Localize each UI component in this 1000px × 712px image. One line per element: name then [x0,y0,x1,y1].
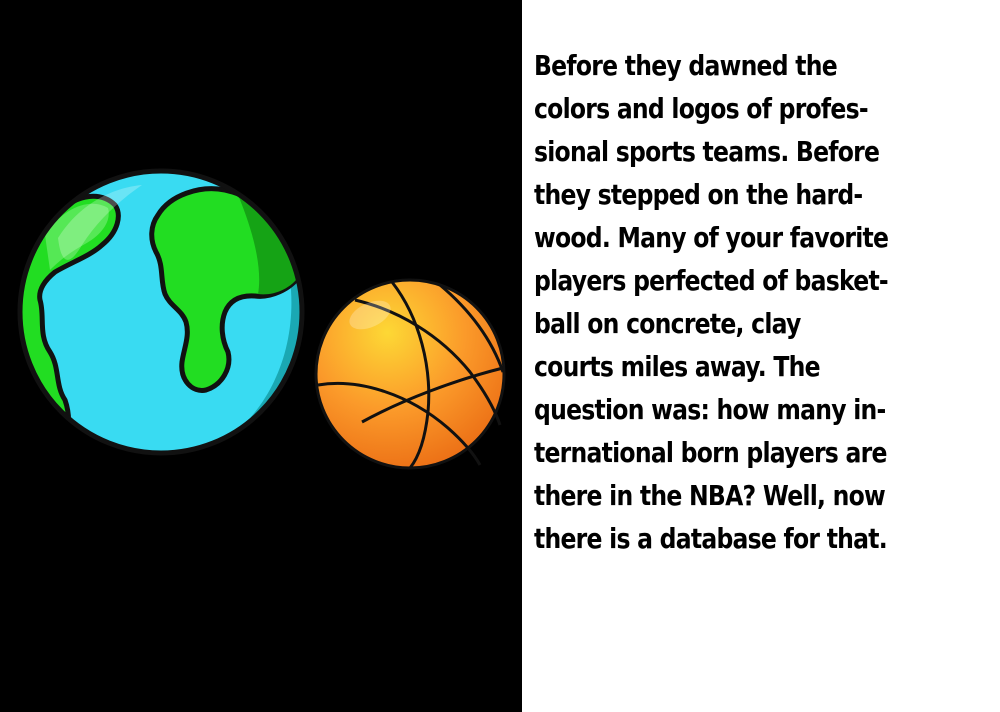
illustration-art [17,168,506,470]
story-text: Before they dawned the colors and logos … [534,44,996,560]
story-line: courts miles away. The [534,350,821,383]
story-line: players perfected of basket- [534,264,889,297]
story-line: wood. Many of your favorite [534,221,889,254]
story-line: Before they dawned the [534,49,838,82]
story-line: ternational born players are [534,436,887,469]
story-line: sional sports teams. Before [534,135,880,168]
page: Before they dawned the colors and logos … [0,0,1000,712]
story-line: there in the NBA? Well, now [534,479,886,512]
story-line: they stepped on the hard- [534,178,863,211]
story-panel: Before they dawned the colors and logos … [522,0,1000,712]
story-line: there is a database for that. [534,522,888,555]
story-line: question was: how many in- [534,393,886,426]
story-line: ball on concrete, clay [534,307,801,340]
basketball-icon [314,278,506,470]
illustration-panel [0,0,522,712]
story-line: colors and logos of profes- [534,92,869,125]
